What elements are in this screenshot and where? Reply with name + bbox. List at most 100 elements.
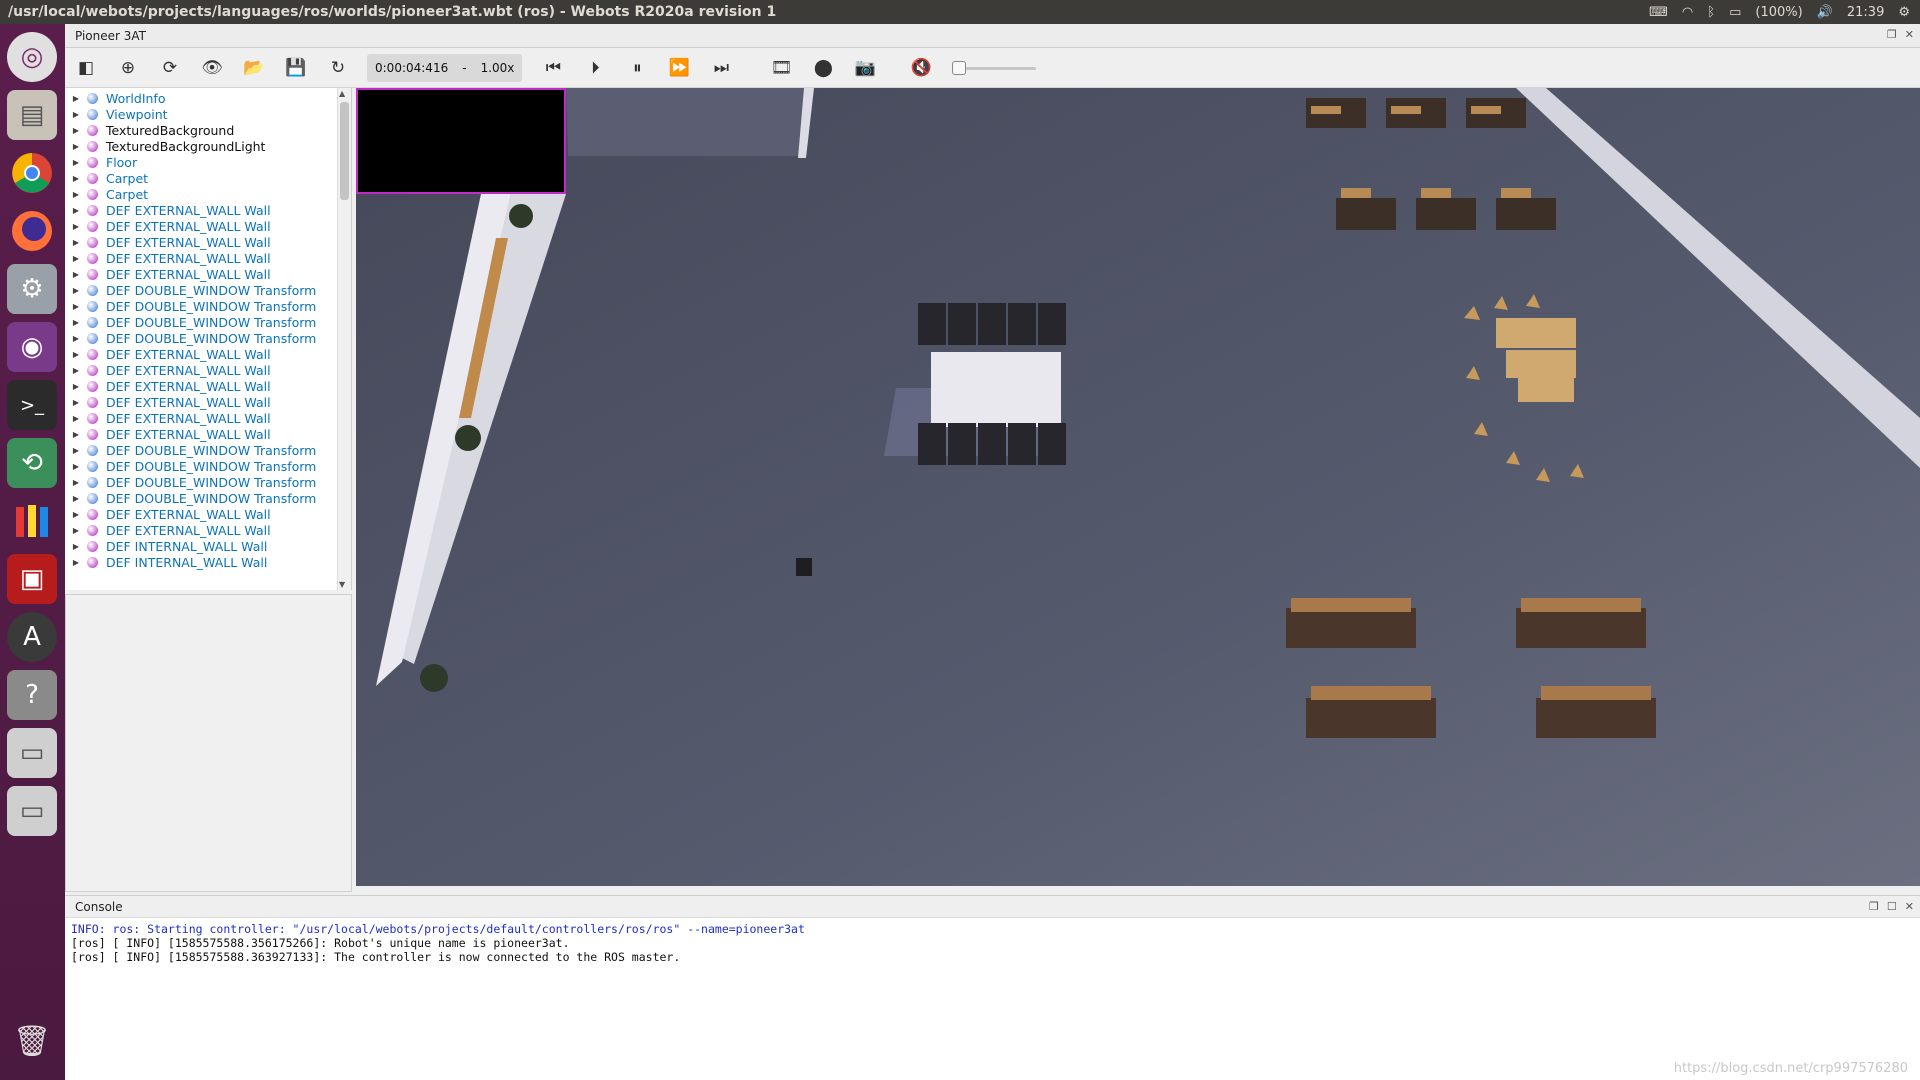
scene-tree-node[interactable]: ▶ DEF EXTERNAL_WALL Wall xyxy=(65,362,351,378)
reset-view-icon[interactable]: ⟳ xyxy=(153,53,187,83)
scene-tree-node[interactable]: ▶ DEF EXTERNAL_WALL Wall xyxy=(65,202,351,218)
scene-tree-node[interactable]: ▶ DEF DOUBLE_WINDOW Transform xyxy=(65,282,351,298)
scene-tree-node[interactable]: ▶ TexturedBackground xyxy=(65,122,351,138)
scene-tree-node[interactable]: ▶ DEF DOUBLE_WINDOW Transform xyxy=(65,490,351,506)
expand-arrow-icon[interactable]: ▶ xyxy=(65,414,87,423)
scene-tree-node[interactable]: ▶ DEF EXTERNAL_WALL Wall xyxy=(65,426,351,442)
restore-icon[interactable]: ❐ xyxy=(1887,28,1897,41)
scene-tree-node[interactable]: ▶ DEF EXTERNAL_WALL Wall xyxy=(65,234,351,250)
bluetooth-icon[interactable]: ᛒ xyxy=(1707,5,1715,20)
scene-tree-node[interactable]: ▶ Carpet xyxy=(65,170,351,186)
reset-simulation-icon[interactable]: ⏮ xyxy=(536,53,570,83)
expand-arrow-icon[interactable]: ▶ xyxy=(65,94,87,103)
settings-gear-icon[interactable]: ⚙ xyxy=(1898,5,1910,20)
scene-tree-node[interactable]: ▶ DEF DOUBLE_WINDOW Transform xyxy=(65,442,351,458)
expand-arrow-icon[interactable]: ▶ xyxy=(65,318,87,327)
reload-icon[interactable]: ↻ xyxy=(321,53,355,83)
3d-view[interactable] xyxy=(356,88,1920,886)
expand-arrow-icon[interactable]: ▶ xyxy=(65,494,87,503)
expand-arrow-icon[interactable]: ▶ xyxy=(65,222,87,231)
wifi-icon[interactable]: ◠ xyxy=(1682,5,1693,20)
expand-arrow-icon[interactable]: ▶ xyxy=(65,158,87,167)
terminal-icon[interactable]: >_ xyxy=(7,380,57,430)
expand-arrow-icon[interactable]: ▶ xyxy=(65,398,87,407)
scene-tree-node[interactable]: ▶ DEF EXTERNAL_WALL Wall xyxy=(65,394,351,410)
help-icon[interactable]: ? xyxy=(7,670,57,720)
toggle-scene-tree-icon[interactable]: ◧ xyxy=(69,53,103,83)
expand-arrow-icon[interactable]: ▶ xyxy=(65,174,87,183)
expand-arrow-icon[interactable]: ▶ xyxy=(65,206,87,215)
volume-icon[interactable]: 🔊 xyxy=(1817,5,1833,20)
scene-tree-node[interactable]: ▶ DEF EXTERNAL_WALL Wall xyxy=(65,250,351,266)
run-icon[interactable]: ⏩ xyxy=(662,53,696,83)
expand-arrow-icon[interactable]: ▶ xyxy=(65,430,87,439)
mute-icon[interactable]: 🔇 xyxy=(904,53,938,83)
close-icon[interactable]: ✕ xyxy=(1905,900,1914,913)
files-icon[interactable]: ▤ xyxy=(7,90,57,140)
step-icon[interactable]: ⏵ xyxy=(578,53,612,83)
expand-arrow-icon[interactable]: ▶ xyxy=(65,286,87,295)
expand-arrow-icon[interactable]: ▶ xyxy=(65,238,87,247)
clock[interactable]: 21:39 xyxy=(1847,5,1884,20)
ubuntu-logo-icon[interactable]: ◎ xyxy=(7,32,57,82)
expand-arrow-icon[interactable]: ▶ xyxy=(65,350,87,359)
scrollbar-thumb[interactable] xyxy=(340,102,349,200)
scene-tree-node[interactable]: ▶ DEF DOUBLE_WINDOW Transform xyxy=(65,330,351,346)
scene-tree-node[interactable]: ▶ DEF INTERNAL_WALL Wall xyxy=(65,538,351,554)
scene-tree-node[interactable]: ▶ Floor xyxy=(65,154,351,170)
expand-arrow-icon[interactable]: ▶ xyxy=(65,126,87,135)
maximize-icon[interactable]: ☐ xyxy=(1887,900,1897,913)
expand-arrow-icon[interactable]: ▶ xyxy=(65,382,87,391)
webcam-app-icon[interactable]: ◉ xyxy=(7,322,57,372)
expand-arrow-icon[interactable]: ▶ xyxy=(65,110,87,119)
expand-arrow-icon[interactable]: ▶ xyxy=(65,510,87,519)
scene-tree-node[interactable]: ▶ DEF EXTERNAL_WALL Wall xyxy=(65,266,351,282)
scene-tree-node[interactable]: ▶ Carpet xyxy=(65,186,351,202)
record-movie-icon[interactable]: 🎞 xyxy=(764,53,798,83)
expand-arrow-icon[interactable]: ▶ xyxy=(65,142,87,151)
chrome-icon[interactable] xyxy=(7,148,57,198)
software-updater-icon[interactable]: A xyxy=(7,612,57,662)
expand-arrow-icon[interactable]: ▶ xyxy=(65,254,87,263)
eye-icon[interactable]: 👁 xyxy=(195,53,229,83)
pause-icon[interactable]: ⏸ xyxy=(620,53,654,83)
scene-tree-node[interactable]: ▶ DEF DOUBLE_WINDOW Transform xyxy=(65,314,351,330)
scene-tree-scrollbar[interactable]: ▲ ▼ xyxy=(337,88,351,590)
scene-tree-node[interactable]: ▶ WorldInfo xyxy=(65,90,351,106)
scene-tree-node[interactable]: ▶ TexturedBackgroundLight xyxy=(65,138,351,154)
scene-tree-node[interactable]: ▶ DEF EXTERNAL_WALL Wall xyxy=(65,410,351,426)
float-icon[interactable]: ❐ xyxy=(1869,900,1879,913)
scene-tree-node[interactable]: ▶ Viewpoint xyxy=(65,106,351,122)
add-node-icon[interactable]: ⊕ xyxy=(111,53,145,83)
expand-arrow-icon[interactable]: ▶ xyxy=(65,558,87,567)
save-icon[interactable]: 💾 xyxy=(279,53,313,83)
drive-icon[interactable]: ▭ xyxy=(7,728,57,778)
scene-tree-node[interactable]: ▶ DEF DOUBLE_WINDOW Transform xyxy=(65,298,351,314)
expand-arrow-icon[interactable]: ▶ xyxy=(65,270,87,279)
scene-tree-node[interactable]: ▶ DEF EXTERNAL_WALL Wall xyxy=(65,378,351,394)
firefox-icon[interactable] xyxy=(7,206,57,256)
scroll-up-icon[interactable]: ▲ xyxy=(339,89,345,98)
volume-slider-knob[interactable] xyxy=(952,60,967,75)
expand-arrow-icon[interactable]: ▶ xyxy=(65,462,87,471)
presentation-app-icon[interactable]: ▣ xyxy=(7,554,57,604)
console-output[interactable]: INFO: ros: Starting controller: "/usr/lo… xyxy=(65,918,1920,968)
open-folder-icon[interactable]: 📂 xyxy=(237,53,271,83)
expand-arrow-icon[interactable]: ▶ xyxy=(65,302,87,311)
scroll-down-icon[interactable]: ▼ xyxy=(339,580,345,589)
scene-tree-node[interactable]: ▶ DEF EXTERNAL_WALL Wall xyxy=(65,218,351,234)
webots-icon[interactable]: ⟲ xyxy=(7,438,57,488)
scene-tree-node[interactable]: ▶ DEF EXTERNAL_WALL Wall xyxy=(65,522,351,538)
trash-icon[interactable]: 🗑 xyxy=(7,1016,57,1066)
keyboard-icon[interactable]: ⌨ xyxy=(1649,5,1668,20)
scene-tree-node[interactable]: ▶ DEF DOUBLE_WINDOW Transform xyxy=(65,458,351,474)
expand-arrow-icon[interactable]: ▶ xyxy=(65,542,87,551)
drive-icon[interactable]: ▭ xyxy=(7,786,57,836)
camera-overlay[interactable] xyxy=(356,88,566,194)
pioneer3at-robot[interactable] xyxy=(796,558,812,576)
expand-arrow-icon[interactable]: ▶ xyxy=(65,366,87,375)
record-icon[interactable]: ⬤ xyxy=(806,53,840,83)
scene-tree-node[interactable]: ▶ DEF INTERNAL_WALL Wall xyxy=(65,554,351,570)
battery-icon[interactable]: ▭ xyxy=(1729,5,1741,20)
scene-tree-node[interactable]: ▶ DEF EXTERNAL_WALL Wall xyxy=(65,506,351,522)
